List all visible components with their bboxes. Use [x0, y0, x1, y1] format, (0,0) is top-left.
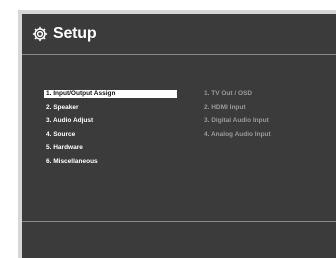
menu-item-audio-adjust[interactable]: 3. Audio Adjust — [46, 114, 180, 128]
menu-item-source[interactable]: 4. Source — [46, 128, 180, 142]
device-frame: Setup 1. Input/Output Assign 2. Speaker … — [18, 10, 336, 258]
setup-menu: 1. Input/Output Assign 2. Speaker 3. Aud… — [44, 87, 180, 169]
footer-divider — [22, 221, 336, 222]
submenu-item-analog-audio-input[interactable]: 4. Analog Audio Input — [204, 128, 334, 142]
menu-item-miscellaneous[interactable]: 6. Miscellaneous — [46, 155, 180, 169]
submenu: 1. TV Out / OSD 2. HDMI Input 3. Digital… — [204, 87, 334, 141]
setup-screen: Setup 1. Input/Output Assign 2. Speaker … — [22, 14, 336, 258]
gear-icon — [31, 25, 49, 43]
page-title: Setup — [53, 25, 97, 42]
title-bar: Setup — [31, 22, 97, 46]
menu-item-input-output-assign[interactable]: 1. Input/Output Assign — [44, 90, 177, 98]
submenu-item-digital-audio-input[interactable]: 3. Digital Audio Input — [204, 114, 334, 128]
header-divider — [22, 54, 336, 55]
submenu-item-hdmi-input[interactable]: 2. HDMI Input — [204, 101, 334, 115]
menu-item-speaker[interactable]: 2. Speaker — [46, 101, 180, 115]
menu-item-hardware[interactable]: 5. Hardware — [46, 141, 180, 155]
submenu-item-tv-out-osd[interactable]: 1. TV Out / OSD — [204, 87, 334, 101]
